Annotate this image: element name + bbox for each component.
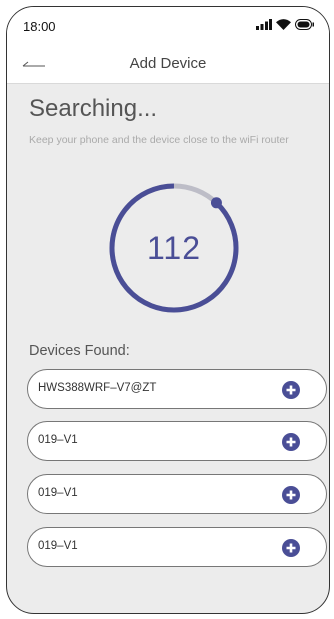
cellular-signal-icon <box>256 19 272 30</box>
plus-circle-icon[interactable] <box>282 433 300 451</box>
device-name: 019–V1 <box>38 487 78 499</box>
status-bar: 18:00 <box>7 7 329 44</box>
search-heading: Searching... <box>29 95 158 122</box>
battery-icon <box>295 19 314 30</box>
wifi-icon <box>276 19 291 30</box>
device-name: 019–V1 <box>38 540 78 552</box>
device-row[interactable]: 019–V1 <box>27 527 327 567</box>
plus-circle-icon[interactable] <box>282 381 300 399</box>
status-icons <box>256 19 315 30</box>
device-row[interactable]: 019–V1 <box>27 421 327 461</box>
phone-frame: 18:00 Add Device Searching... Keep your <box>6 6 330 614</box>
device-name: HWS388WRF–V7@ZT <box>38 382 157 394</box>
countdown-value: 112 <box>146 230 201 266</box>
device-name: 019–V1 <box>38 434 78 446</box>
device-row[interactable]: HWS388WRF–V7@ZT <box>27 369 327 409</box>
nav-bar: Add Device <box>7 43 329 84</box>
search-hint: Keep your phone and the device close to … <box>29 134 289 146</box>
plus-circle-icon[interactable] <box>282 539 300 557</box>
device-row[interactable]: 019–V1 <box>27 474 327 514</box>
page-title: Add Device <box>129 55 207 72</box>
status-time: 18:00 <box>23 19 56 34</box>
devices-found-label: Devices Found: <box>29 343 130 359</box>
plus-circle-icon[interactable] <box>282 486 300 504</box>
